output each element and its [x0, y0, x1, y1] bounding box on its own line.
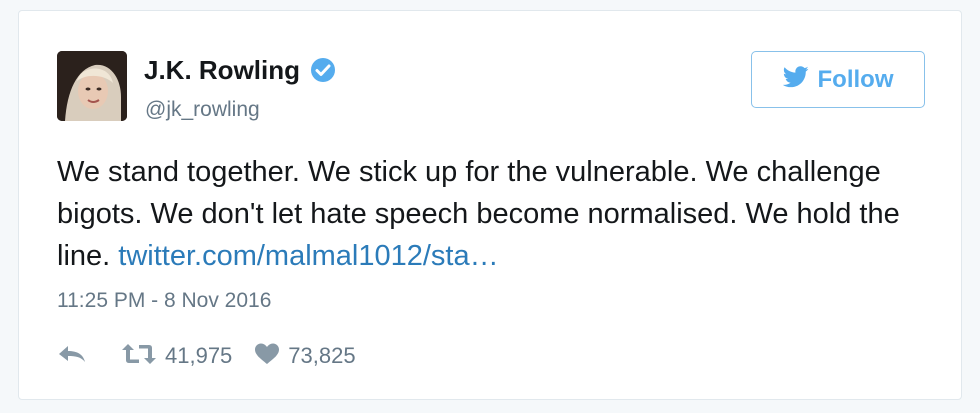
heart-icon	[254, 342, 280, 371]
retweet-icon	[121, 342, 157, 371]
reply-button[interactable]	[57, 343, 87, 370]
verified-badge-icon	[310, 57, 336, 83]
tweet-text: We stand together. We stick up for the v…	[57, 151, 937, 277]
follow-button[interactable]: Follow	[751, 51, 925, 108]
avatar-image	[57, 51, 127, 121]
retweet-count: 41,975	[165, 343, 233, 368]
like-button[interactable]: 73,825	[254, 342, 356, 371]
tweet-timestamp[interactable]: 11:25 PM - 8 Nov 2016	[57, 288, 271, 314]
author-display-name[interactable]: J.K. Rowling	[144, 55, 300, 85]
author-name-row: J.K. Rowling	[144, 55, 336, 85]
reply-icon	[57, 343, 87, 370]
tweet-card: J.K. Rowling @jk_rowling Follow We stand…	[18, 10, 962, 400]
tweet-link[interactable]: twitter.com/malmal1012/sta…	[118, 240, 498, 272]
tweet-actions: 41,975 73,825	[57, 341, 356, 371]
author-handle[interactable]: @jk_rowling	[145, 97, 260, 123]
like-count: 73,825	[288, 343, 356, 368]
retweet-button[interactable]: 41,975	[121, 342, 232, 371]
follow-button-label: Follow	[817, 65, 894, 93]
avatar[interactable]	[57, 51, 127, 121]
twitter-bird-icon	[782, 66, 809, 93]
